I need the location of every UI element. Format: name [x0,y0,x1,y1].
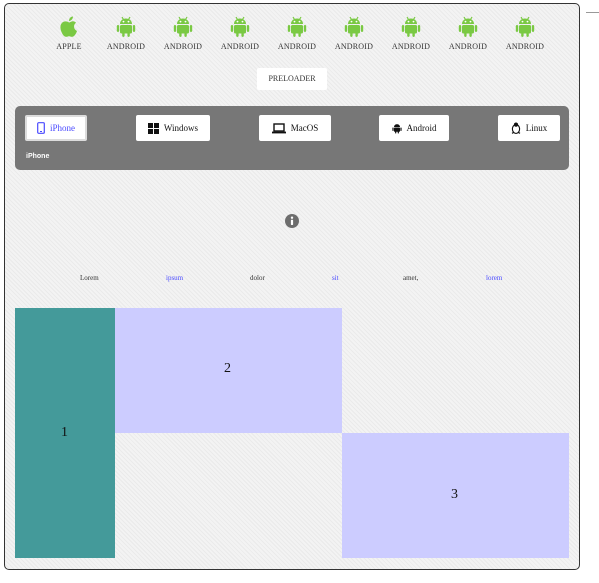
info-icon[interactable] [285,214,299,228]
tab-label: iPhone [49,123,75,133]
os-label: ANDROID [106,42,146,51]
tab-linux[interactable]: Linux [498,115,560,141]
page-frame: APPLE ANDROID ANDROID ANDROID ANDROID AN… [4,3,580,570]
tab-label: MacOS [290,123,319,133]
os-item-android[interactable]: ANDROID [497,16,553,51]
os-item-android[interactable]: ANDROID [212,16,268,51]
apple-icon [60,16,77,37]
laptop-icon [271,122,286,133]
word-sit[interactable]: sit [332,274,339,282]
os-item-android[interactable]: ANDROID [155,16,211,51]
tab-android[interactable]: Android [379,115,449,141]
top-edge-line [586,12,599,13]
word-amet: amet, [403,274,419,282]
tab-iphone[interactable]: iPhone [25,115,87,141]
os-label: ANDROID [220,42,260,51]
tab-label: Android [406,123,437,133]
grid-block-2: 2 [115,308,342,433]
android-icon [230,16,250,37]
word-lorem: Lorem [80,274,99,282]
linux-icon [511,122,521,134]
os-item-android[interactable]: ANDROID [269,16,325,51]
os-item-android[interactable]: ANDROID [326,16,382,51]
windows-icon [147,122,159,134]
android-icon [458,16,478,37]
grid-block-3: 3 [342,433,569,558]
android-icon [287,16,307,37]
os-label: ANDROID [391,42,431,51]
tab-windows[interactable]: Windows [136,115,210,141]
os-label: APPLE [56,42,82,51]
android-icon [116,16,136,37]
os-item-apple[interactable]: APPLE [41,16,97,51]
os-item-android[interactable]: ANDROID [383,16,439,51]
block-label: 1 [61,425,68,440]
os-label: ANDROID [448,42,488,51]
tab-content-title: iPhone [26,153,50,160]
android-icon [515,16,535,37]
lorem-word-row: Lorem ipsum dolor sit amet, lorem [5,274,579,286]
android-icon [173,16,193,37]
os-item-android[interactable]: ANDROID [98,16,154,51]
os-tabs-panel: iPhone Windows MacOS Android Linux iPhon… [15,106,569,170]
block-label: 3 [451,487,458,502]
tab-label: Linux [525,123,548,133]
os-label: ANDROID [334,42,374,51]
os-label: ANDROID [505,42,545,51]
os-item-android[interactable]: ANDROID [440,16,496,51]
mobile-icon [37,122,45,134]
os-label: ANDROID [163,42,203,51]
android-icon [401,16,421,37]
word-lorem-link[interactable]: lorem [486,274,502,282]
tab-label: Windows [163,123,199,133]
tab-macos[interactable]: MacOS [259,115,331,141]
grid-block-1: 1 [15,308,115,558]
block-label: 2 [224,361,231,376]
word-dolor: dolor [250,274,265,282]
os-icon-row: APPLE ANDROID ANDROID ANDROID ANDROID AN… [41,16,544,58]
word-ipsum[interactable]: ipsum [166,274,183,282]
preloader-button[interactable]: PRELOADER [257,68,327,90]
android-icon [344,16,364,37]
android-icon [391,123,402,133]
os-label: ANDROID [277,42,317,51]
